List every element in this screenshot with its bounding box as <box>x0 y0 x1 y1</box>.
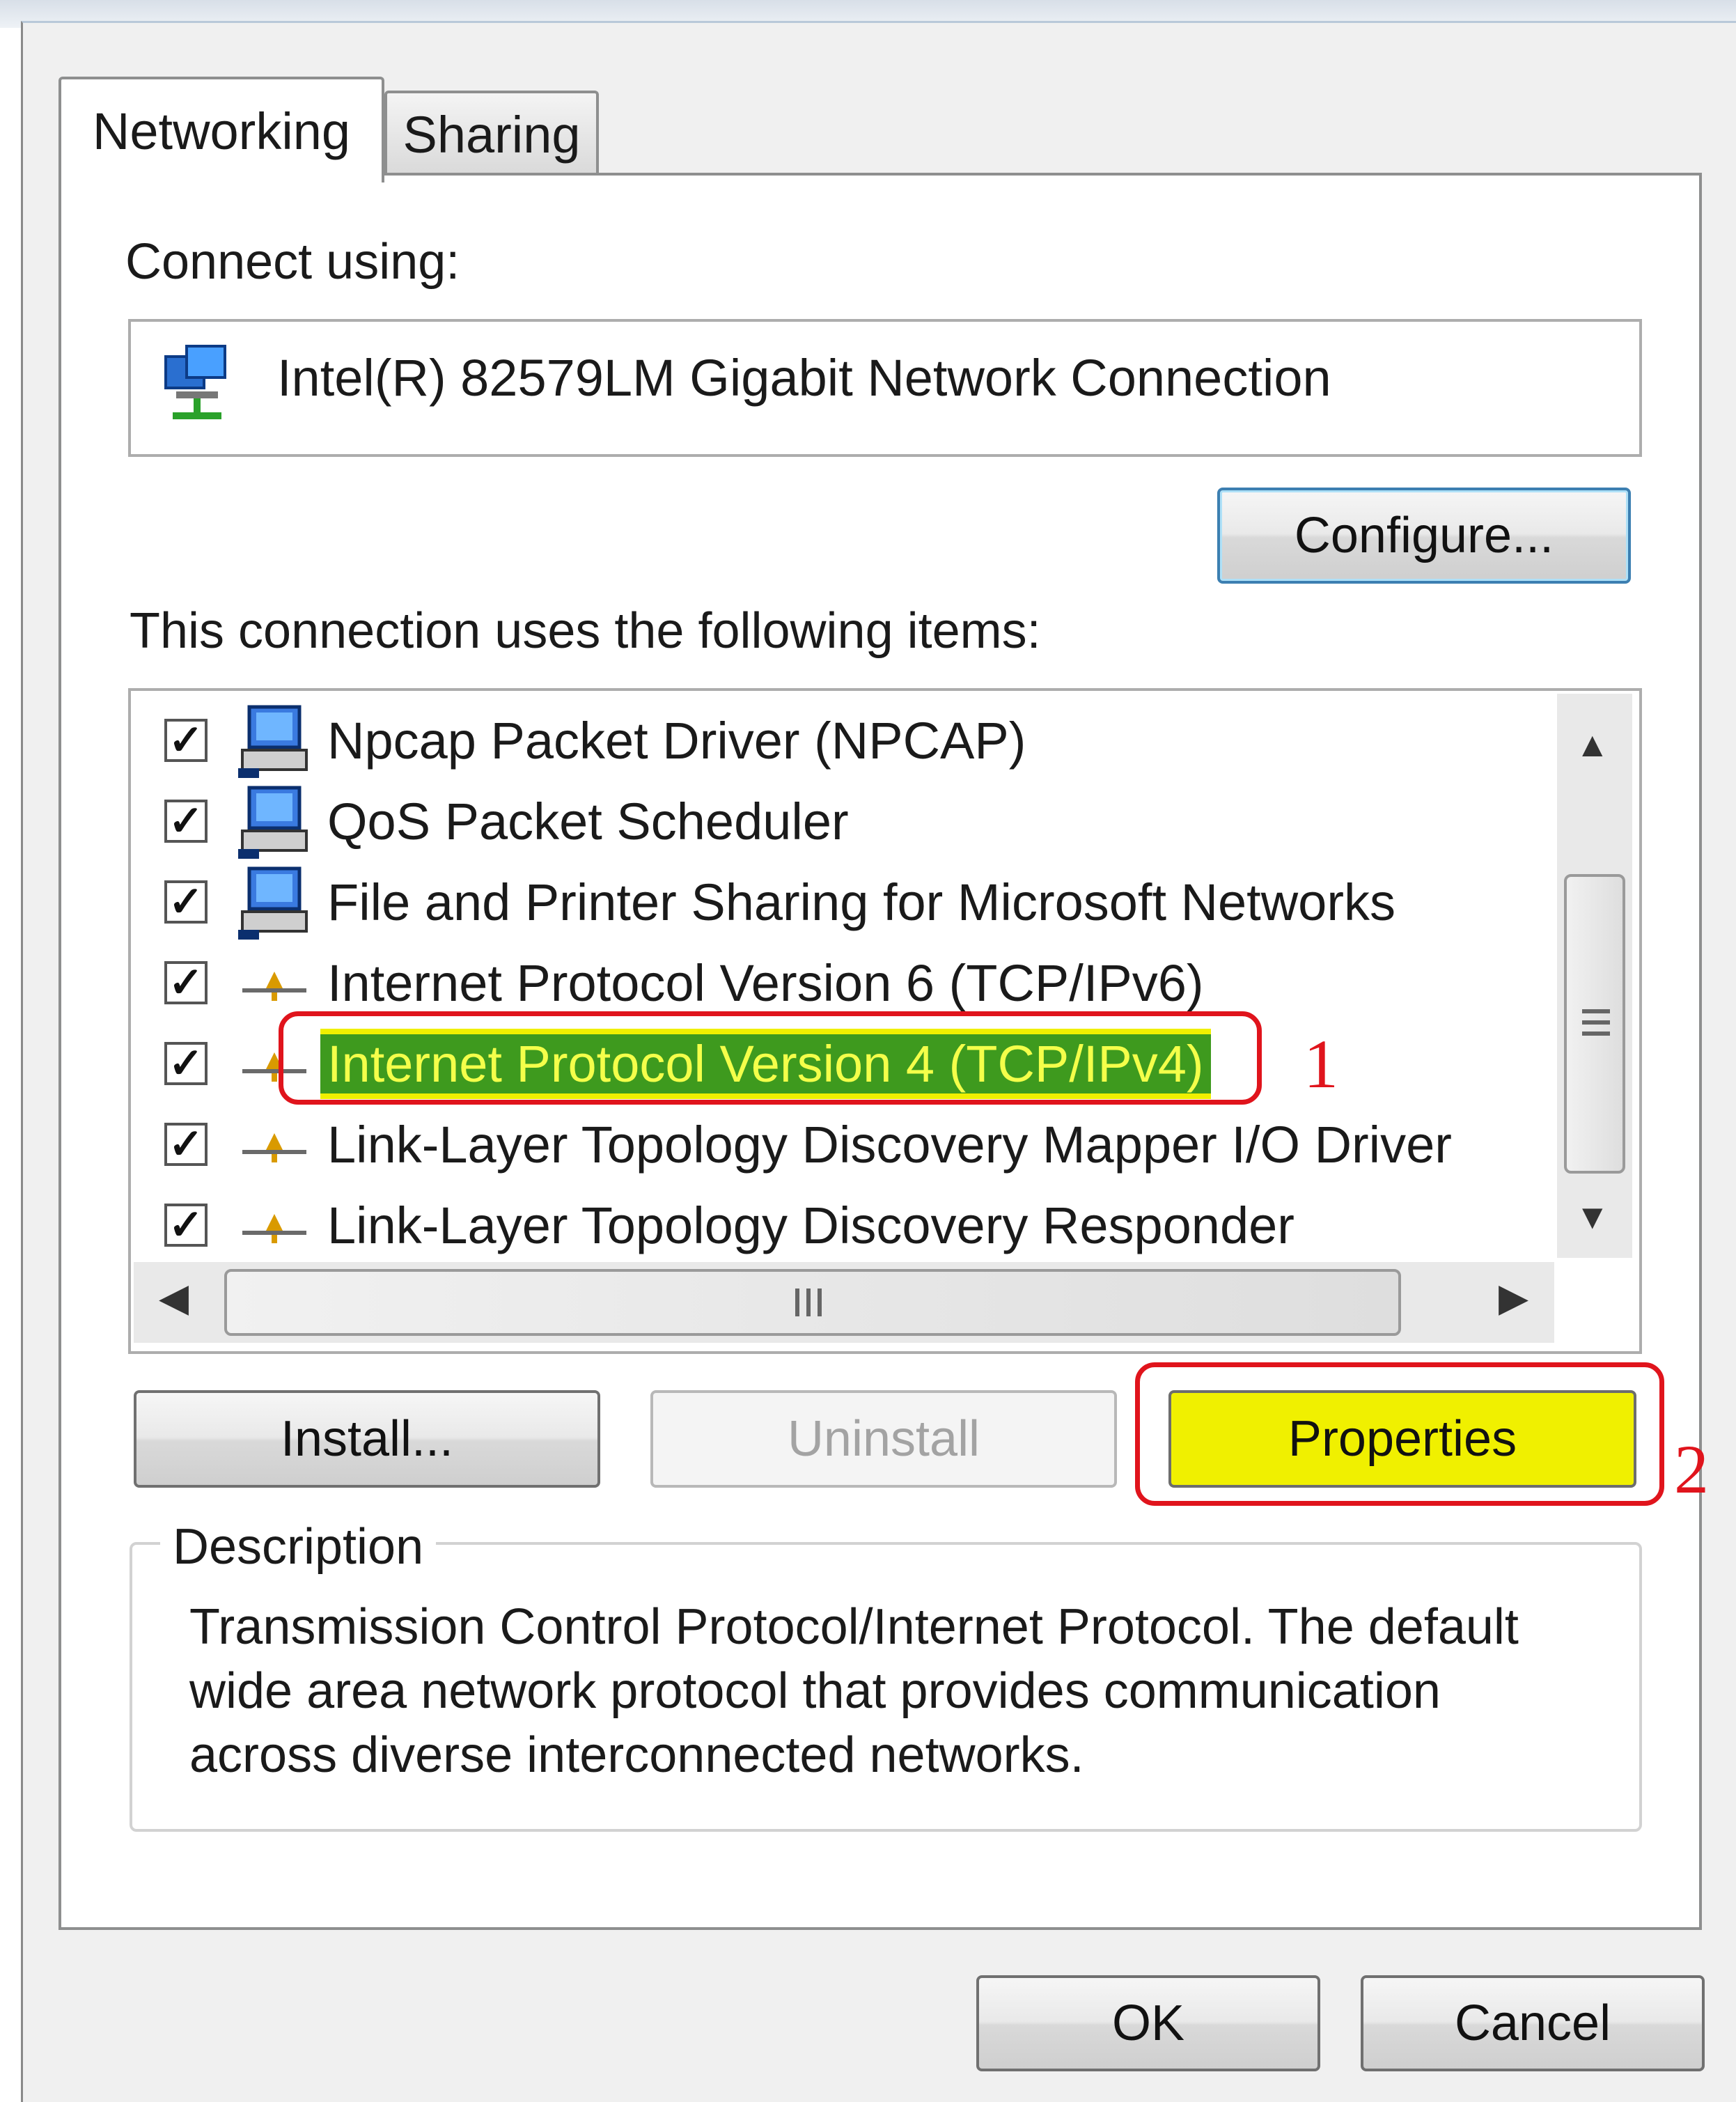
annotation-number-1: 1 <box>1304 1025 1338 1103</box>
uninstall-button-label: Uninstall <box>787 1411 980 1467</box>
network-adapter-icon <box>159 343 242 426</box>
protocol-icon <box>235 1186 313 1264</box>
item-label: Link-Layer Topology Discovery Mapper I/O… <box>327 1115 1452 1174</box>
ok-button[interactable]: OK <box>976 1975 1320 2071</box>
vertical-scroll-thumb[interactable] <box>1564 874 1625 1174</box>
annotation-box-2 <box>1135 1362 1664 1506</box>
connect-using-label: Connect using: <box>125 234 460 290</box>
adapter-name: Intel(R) 82579LM Gigabit Network Connect… <box>277 349 1331 407</box>
scroll-down-arrow-icon[interactable]: ▼ <box>1575 1197 1610 1237</box>
item-label: QoS Packet Scheduler <box>327 792 849 850</box>
item-checkbox[interactable]: ✓ <box>164 1042 208 1085</box>
configure-button-label: Configure... <box>1294 508 1554 563</box>
tab-sharing[interactable]: Sharing <box>384 91 599 176</box>
uninstall-button[interactable]: Uninstall <box>650 1390 1117 1488</box>
protocol-icon <box>235 1105 313 1183</box>
ok-button-label: OK <box>1111 1995 1185 2051</box>
list-item[interactable]: ✓ QoS Packet Scheduler <box>164 781 1529 862</box>
description-title: Description <box>160 1518 437 1575</box>
description-line-1: Transmission Control Protocol/Internet P… <box>189 1599 1519 1655</box>
item-label: Npcap Packet Driver (NPCAP) <box>327 711 1026 770</box>
item-label: File and Printer Sharing for Microsoft N… <box>327 873 1395 931</box>
annotation-box-1 <box>279 1011 1262 1105</box>
items-section-label: This connection uses the following items… <box>130 603 1041 659</box>
tab-networking-label: Networking <box>92 102 351 160</box>
item-checkbox[interactable]: ✓ <box>164 800 208 843</box>
list-item[interactable]: ✓ Npcap Packet Driver (NPCAP) <box>164 700 1529 781</box>
horizontal-scroll-thumb[interactable] <box>224 1269 1401 1336</box>
scroll-left-arrow-icon[interactable]: ◀ <box>159 1275 189 1321</box>
item-checkbox[interactable]: ✓ <box>164 961 208 1004</box>
description-line-2: wide area network protocol that provides… <box>189 1663 1441 1719</box>
list-item[interactable]: ✓ Link-Layer Topology Discovery Mapper I/… <box>164 1104 1529 1185</box>
annotation-number-2: 2 <box>1674 1431 1709 1508</box>
configure-button[interactable]: Configure... <box>1217 488 1631 584</box>
item-label: Link-Layer Topology Discovery Responder <box>327 1196 1295 1254</box>
tab-networking[interactable]: Networking <box>58 77 384 182</box>
computer-icon <box>235 782 313 860</box>
item-checkbox[interactable]: ✓ <box>164 1204 208 1247</box>
item-checkbox[interactable]: ✓ <box>164 1123 208 1166</box>
tab-sharing-label: Sharing <box>402 105 581 164</box>
item-checkbox[interactable]: ✓ <box>164 880 208 924</box>
install-button-label: Install... <box>280 1411 454 1467</box>
list-item[interactable]: ✓ Link-Layer Topology Discovery Responder <box>164 1185 1529 1266</box>
computer-icon <box>235 863 313 941</box>
list-item[interactable]: ✓ File and Printer Sharing for Microsoft … <box>164 862 1529 942</box>
install-button[interactable]: Install... <box>134 1390 600 1488</box>
protocol-icon <box>235 944 313 1022</box>
cancel-button[interactable]: Cancel <box>1361 1975 1705 2071</box>
item-label: Internet Protocol Version 6 (TCP/IPv6) <box>327 953 1204 1012</box>
description-line-3: across diverse interconnected networks. <box>189 1727 1084 1783</box>
adapter-field: Intel(R) 82579LM Gigabit Network Connect… <box>128 319 1642 457</box>
scroll-right-arrow-icon[interactable]: ▶ <box>1499 1275 1528 1321</box>
item-checkbox[interactable]: ✓ <box>164 719 208 762</box>
cancel-button-label: Cancel <box>1454 1995 1611 2051</box>
computer-icon <box>235 701 313 779</box>
scroll-up-arrow-icon[interactable]: ▲ <box>1575 724 1610 765</box>
